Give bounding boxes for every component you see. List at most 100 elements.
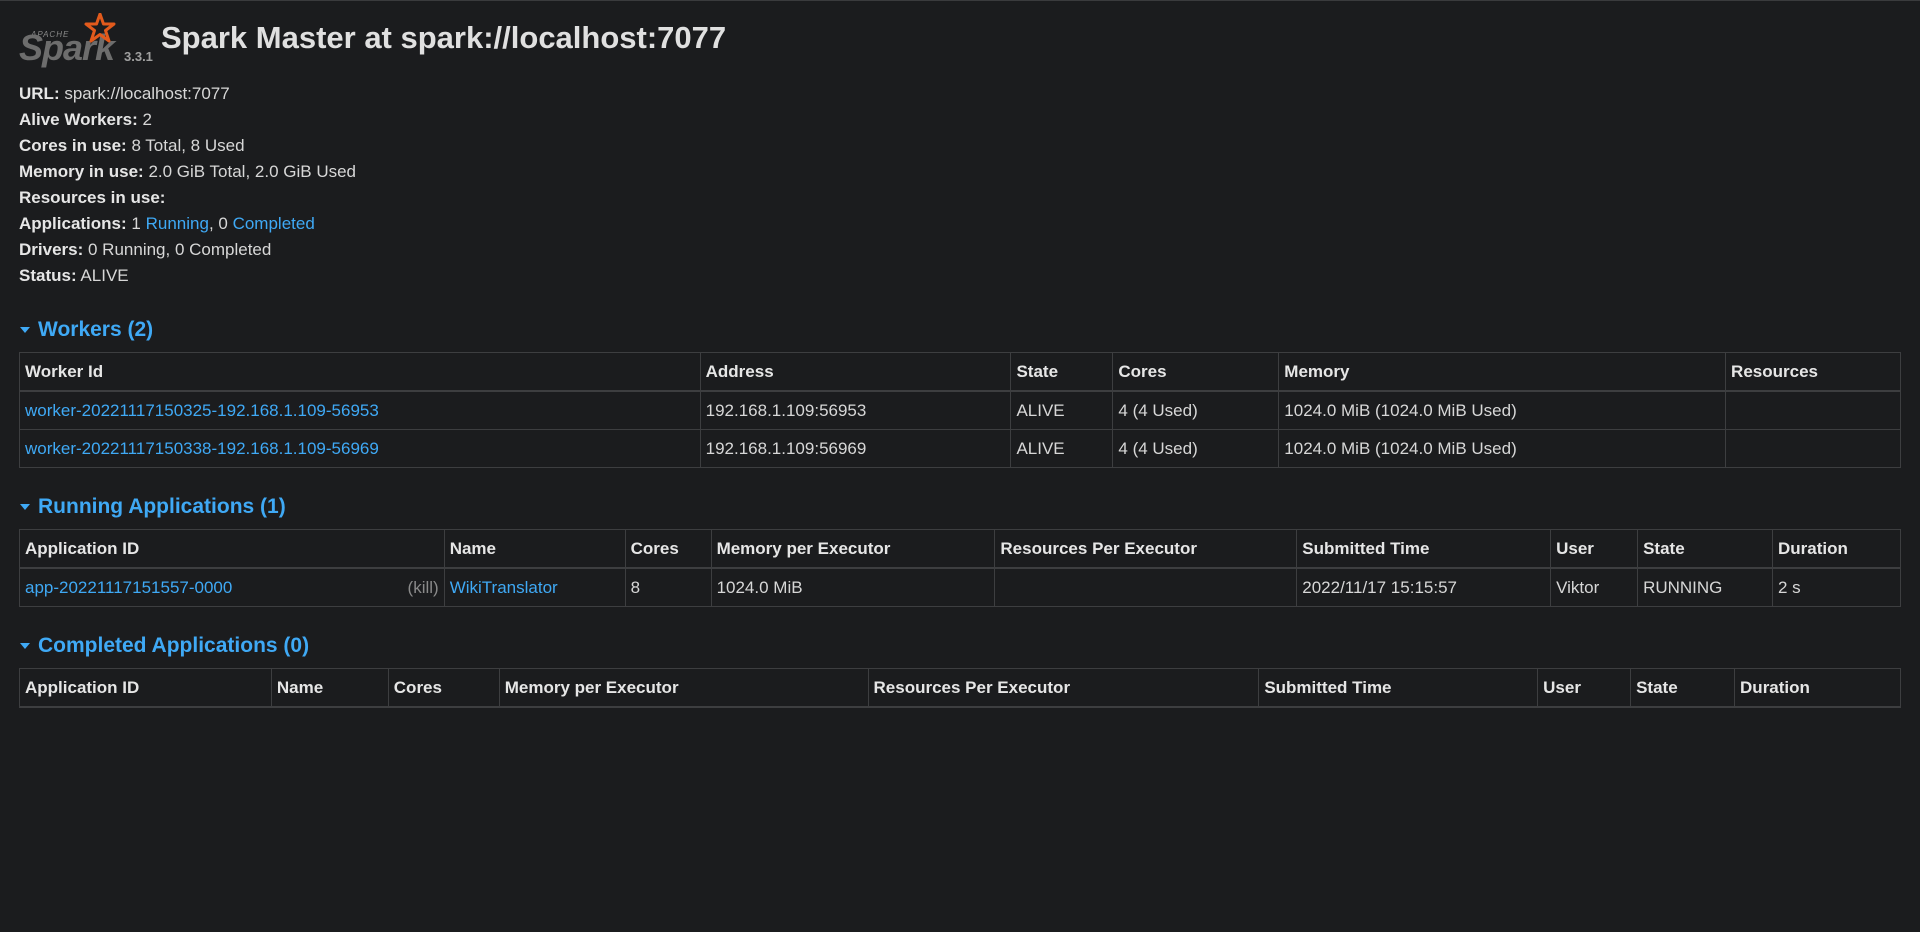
summary-alive-workers-value: 2 [142, 110, 152, 129]
col-resources-per-executor[interactable]: Resources Per Executor [994, 529, 1298, 569]
running-apps-header-row: Application ID Name Cores Memory per Exe… [19, 529, 1901, 569]
worker-resources [1725, 390, 1901, 430]
col-memory-per-executor[interactable]: Memory per Executor [710, 529, 996, 569]
summary-applications-sep: , 0 [208, 214, 228, 233]
worker-cores: 4 (4 Used) [1112, 390, 1280, 430]
worker-memory: 1024.0 MiB (1024.0 MiB Used) [1278, 429, 1727, 468]
summary-status-value: ALIVE [80, 266, 129, 285]
running-apps-table: Application ID Name Cores Memory per Exe… [19, 529, 1901, 607]
summary-drivers-value: 0 Running, 0 Completed [88, 240, 272, 259]
workers-section-title: Workers (2) [38, 318, 154, 341]
summary-status-label: Status: [19, 266, 77, 285]
app-resources [994, 567, 1298, 607]
summary-memory: Memory in use: 2.0 GiB Total, 2.0 GiB Us… [19, 159, 1901, 185]
col-submitted-time[interactable]: Submitted Time [1258, 668, 1539, 708]
table-row: app-20221117151557-0000 (kill) WikiTrans… [19, 567, 1901, 607]
workers-header-row: Worker Id Address State Cores Memory Res… [19, 352, 1901, 392]
worker-state: ALIVE [1010, 429, 1114, 468]
summary-resources: Resources in use: [19, 185, 1901, 211]
summary-applications-running-count: 1 [131, 214, 141, 233]
table-row: worker-20221117150338-192.168.1.109-5696… [19, 429, 1901, 468]
app-name-cell: WikiTranslator [443, 567, 626, 607]
chevron-down-icon [20, 327, 30, 333]
running-apps-link[interactable]: Running [146, 214, 209, 233]
col-submitted-time[interactable]: Submitted Time [1296, 529, 1552, 569]
app-memory: 1024.0 MiB [710, 567, 996, 607]
col-state[interactable]: State [1630, 668, 1736, 708]
completed-apps-section-toggle[interactable]: Completed Applications (0) [19, 627, 1901, 665]
col-memory-per-executor[interactable]: Memory per Executor [498, 668, 869, 708]
master-summary: URL: spark://localhost:7077 Alive Worker… [19, 81, 1901, 289]
summary-applications: Applications: 1 Running, 0 Completed [19, 211, 1901, 237]
summary-alive-workers: Alive Workers: 2 [19, 107, 1901, 133]
summary-drivers: Drivers: 0 Running, 0 Completed [19, 237, 1901, 263]
worker-resources [1725, 429, 1901, 468]
col-name[interactable]: Name [270, 668, 389, 708]
summary-cores: Cores in use: 8 Total, 8 Used [19, 133, 1901, 159]
chevron-down-icon [20, 504, 30, 510]
col-memory[interactable]: Memory [1278, 352, 1727, 392]
app-id-cell: app-20221117151557-0000 (kill) [19, 567, 445, 607]
workers-section-toggle[interactable]: Workers (2) [19, 311, 1901, 349]
summary-url: URL: spark://localhost:7077 [19, 81, 1901, 107]
spark-logo[interactable]: APACHE Spark 3.3.1 [19, 13, 153, 68]
col-state[interactable]: State [1010, 352, 1114, 392]
header: APACHE Spark 3.3.1 Spark Master at spark… [19, 1, 1901, 68]
star-icon [84, 13, 116, 43]
col-worker-id[interactable]: Worker Id [19, 352, 701, 392]
workers-table: Worker Id Address State Cores Memory Res… [19, 352, 1901, 468]
col-address[interactable]: Address [699, 352, 1012, 392]
worker-address: 192.168.1.109:56969 [699, 429, 1012, 468]
kill-app-button[interactable]: (kill) [408, 578, 439, 598]
summary-memory-label: Memory in use: [19, 162, 144, 181]
worker-memory: 1024.0 MiB (1024.0 MiB Used) [1278, 390, 1727, 430]
page: APACHE Spark 3.3.1 Spark Master at spark… [0, 1, 1920, 708]
completed-apps-section-title: Completed Applications (0) [38, 634, 310, 657]
col-application-id[interactable]: Application ID [19, 668, 272, 708]
table-row: worker-20221117150325-192.168.1.109-5695… [19, 390, 1901, 430]
app-user: Viktor [1550, 567, 1639, 607]
app-duration: 2 s [1772, 567, 1901, 607]
app-id-link[interactable]: app-20221117151557-0000 [25, 578, 232, 597]
col-cores[interactable]: Cores [624, 529, 712, 569]
completed-apps-header-row: Application ID Name Cores Memory per Exe… [19, 668, 1901, 708]
spark-version: 3.3.1 [124, 49, 153, 64]
completed-apps-table: Application ID Name Cores Memory per Exe… [19, 668, 1901, 708]
worker-address: 192.168.1.109:56953 [699, 390, 1012, 430]
app-submitted: 2022/11/17 15:15:57 [1296, 567, 1552, 607]
chevron-down-icon [20, 643, 30, 649]
col-state[interactable]: State [1637, 529, 1773, 569]
col-resources[interactable]: Resources [1725, 352, 1901, 392]
col-cores[interactable]: Cores [387, 668, 500, 708]
worker-link[interactable]: worker-20221117150325-192.168.1.109-5695… [25, 401, 379, 420]
running-apps-section-toggle[interactable]: Running Applications (1) [19, 488, 1901, 526]
summary-alive-workers-label: Alive Workers: [19, 110, 138, 129]
col-user[interactable]: User [1550, 529, 1639, 569]
worker-id-cell: worker-20221117150325-192.168.1.109-5695… [19, 390, 701, 430]
running-apps-section-title: Running Applications (1) [38, 495, 286, 518]
app-state: RUNNING [1637, 567, 1773, 607]
col-name[interactable]: Name [443, 529, 626, 569]
page-title: Spark Master at spark://localhost:7077 [161, 20, 727, 55]
summary-url-value: spark://localhost:7077 [64, 84, 230, 103]
worker-cores: 4 (4 Used) [1112, 429, 1280, 468]
col-duration[interactable]: Duration [1734, 668, 1901, 708]
summary-applications-label: Applications: [19, 214, 127, 233]
worker-id-cell: worker-20221117150338-192.168.1.109-5696… [19, 429, 701, 468]
worker-link[interactable]: worker-20221117150338-192.168.1.109-5696… [25, 439, 379, 458]
summary-status: Status: ALIVE [19, 263, 1901, 289]
col-duration[interactable]: Duration [1772, 529, 1901, 569]
col-user[interactable]: User [1537, 668, 1632, 708]
col-application-id[interactable]: Application ID [19, 529, 445, 569]
completed-apps-link[interactable]: Completed [233, 214, 315, 233]
app-cores: 8 [624, 567, 712, 607]
worker-state: ALIVE [1010, 390, 1114, 430]
summary-cores-value: 8 Total, 8 Used [131, 136, 245, 155]
summary-memory-value: 2.0 GiB Total, 2.0 GiB Used [148, 162, 357, 181]
summary-cores-label: Cores in use: [19, 136, 127, 155]
summary-url-label: URL: [19, 84, 60, 103]
col-cores[interactable]: Cores [1112, 352, 1280, 392]
summary-drivers-label: Drivers: [19, 240, 84, 259]
app-name-link[interactable]: WikiTranslator [450, 578, 558, 597]
col-resources-per-executor[interactable]: Resources Per Executor [867, 668, 1260, 708]
